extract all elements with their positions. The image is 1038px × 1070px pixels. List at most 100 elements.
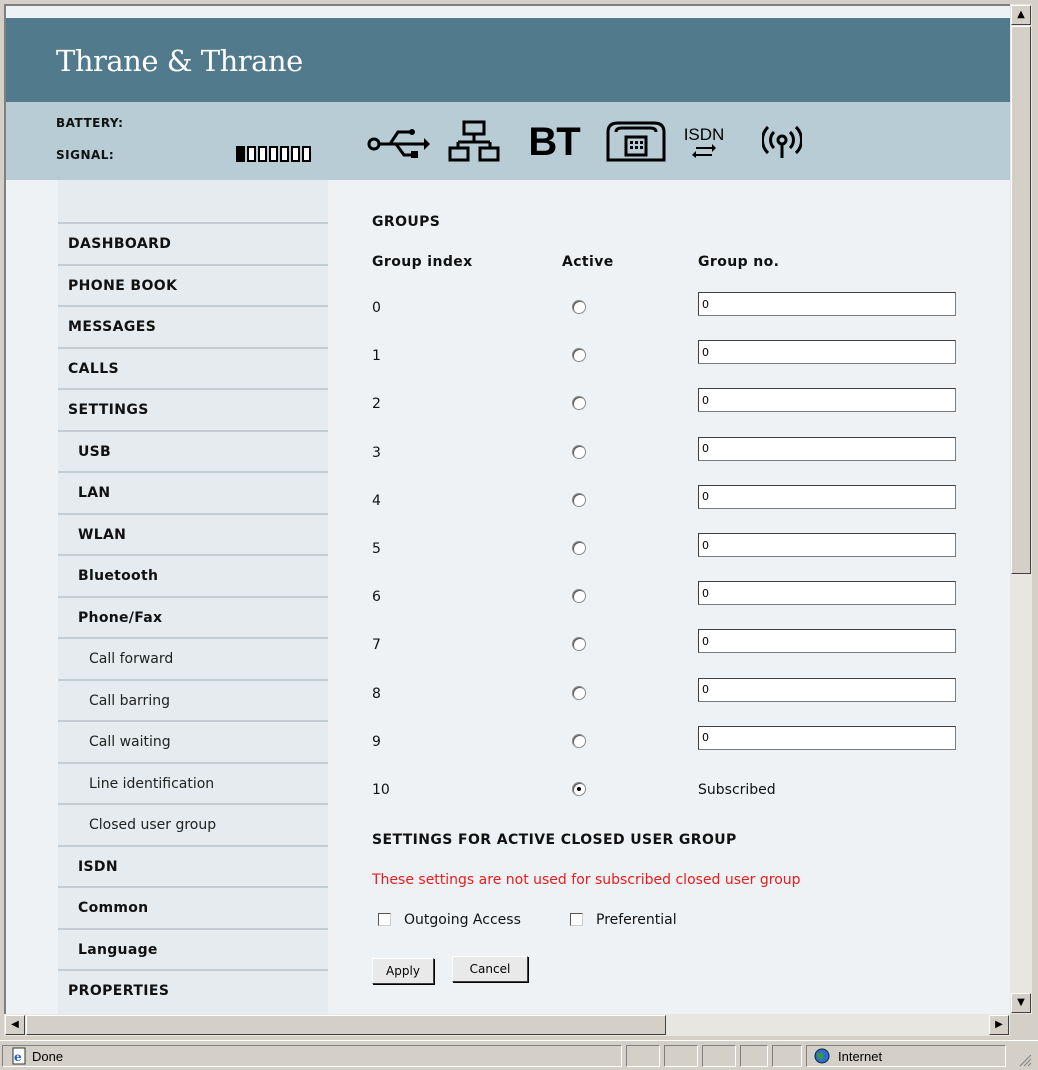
- sidebar-item-label: Phone/Fax: [78, 609, 163, 626]
- sidebar-item-bluetooth[interactable]: Bluetooth: [58, 554, 328, 596]
- vertical-scrollbar[interactable]: ▲ ▼: [1010, 4, 1032, 1014]
- group-index: 5: [372, 541, 381, 557]
- apply-button[interactable]: Apply: [372, 958, 434, 984]
- status-cell: [626, 1045, 660, 1067]
- group-active-radio[interactable]: [572, 685, 586, 700]
- sidebar-item-dashboard[interactable]: DASHBOARD: [58, 222, 328, 264]
- sidebar-item-call-waiting[interactable]: Call waiting: [58, 720, 328, 762]
- sidebar-item-language[interactable]: Language: [58, 927, 328, 970]
- vertical-scroll-thumb[interactable]: [1011, 26, 1031, 574]
- sidebar-item-label: Language: [78, 941, 158, 958]
- scroll-left-icon[interactable]: ◀: [5, 1015, 25, 1035]
- group-active-radio[interactable]: [572, 541, 586, 555]
- group-no-input[interactable]: [698, 677, 956, 702]
- sidebar-item-label: USB: [78, 443, 112, 460]
- group-active-radio[interactable]: [572, 589, 586, 604]
- page-icon: e: [12, 1047, 26, 1065]
- sidebar-item-messages[interactable]: MESSAGES: [58, 305, 328, 347]
- signal-bar: [291, 146, 300, 162]
- sidebar-item-label: Call barring: [89, 692, 170, 709]
- sidebar-item-common[interactable]: Common: [58, 886, 328, 928]
- signal-bar: [269, 146, 278, 162]
- sidebar-item-label: WLAN: [78, 526, 127, 543]
- group-active-radio[interactable]: [572, 300, 586, 314]
- group-index: 9: [372, 733, 381, 750]
- group-no-input[interactable]: [698, 533, 956, 557]
- groups-title: GROUPS: [372, 214, 441, 230]
- isdn-icon: ISDN: [682, 118, 726, 166]
- status-text: Done: [32, 1049, 64, 1064]
- cancel-button[interactable]: Cancel: [452, 956, 528, 982]
- group-active-radio[interactable]: [572, 782, 586, 796]
- scroll-right-icon[interactable]: ▶: [989, 1015, 1009, 1035]
- outgoing-access-checkbox[interactable]: [378, 913, 391, 926]
- sidebar-item-calls[interactable]: CALLS: [58, 346, 328, 389]
- group-active-radio[interactable]: [572, 733, 586, 748]
- sidebar-item-settings[interactable]: SETTINGS: [58, 388, 328, 430]
- group-index: 10: [372, 782, 390, 798]
- group-no-input[interactable]: [698, 388, 956, 413]
- sidebar-item-label: MESSAGES: [68, 319, 157, 335]
- group-no-input[interactable]: [698, 484, 956, 509]
- preferential-label: Preferential: [596, 912, 677, 928]
- globe-icon: [814, 1048, 830, 1064]
- horizontal-scrollbar[interactable]: ◀ ▶: [4, 1014, 1010, 1036]
- group-no-input[interactable]: [698, 292, 956, 316]
- group-index: 2: [372, 396, 381, 413]
- scroll-down-icon[interactable]: ▼: [1011, 993, 1031, 1013]
- group-active-radio[interactable]: [572, 396, 586, 411]
- column-header-active: Active: [562, 254, 614, 270]
- sidebar-item-label: DASHBOARD: [68, 236, 172, 252]
- sidebar-item-label: PHONE BOOK: [68, 277, 178, 294]
- sidebar-item-closed-user-group[interactable]: Closed user group: [58, 803, 328, 845]
- sidebar-item-label: PROPERTIES: [68, 983, 170, 999]
- group-active-radio[interactable]: [572, 444, 586, 459]
- sidebar-item-label: SETTINGS: [68, 402, 149, 418]
- group-no-input[interactable]: [698, 340, 956, 365]
- group-no-input[interactable]: [698, 436, 956, 461]
- sidebar-item-usb[interactable]: USB: [58, 429, 328, 472]
- sidebar-item-label: Common: [78, 900, 149, 916]
- group-active-radio[interactable]: [572, 348, 586, 363]
- signal-label: SIGNAL:: [56, 148, 115, 162]
- sidebar-item-wlan[interactable]: WLAN: [58, 512, 328, 555]
- sidebar-item-properties[interactable]: PROPERTIES: [58, 969, 328, 1011]
- scroll-up-icon[interactable]: ▲: [1011, 5, 1031, 25]
- active-settings-title: SETTINGS FOR ACTIVE CLOSED USER GROUP: [372, 832, 737, 848]
- group-no-input[interactable]: [698, 629, 956, 654]
- group-no-subscribed: Subscribed: [698, 782, 776, 798]
- preferential-checkbox[interactable]: [570, 913, 583, 926]
- status-cell: [740, 1045, 768, 1067]
- sidebar-item-call-barring[interactable]: Call barring: [58, 678, 328, 721]
- group-no-input[interactable]: [698, 581, 956, 606]
- horizontal-scroll-thumb[interactable]: [26, 1015, 666, 1035]
- group-no-input[interactable]: [698, 725, 956, 750]
- sidebar-item-label: Call forward: [89, 651, 174, 667]
- signal-bar: [280, 146, 289, 162]
- group-active-radio[interactable]: [572, 492, 586, 507]
- resize-grip-icon[interactable]: [1016, 1051, 1032, 1067]
- status-cell: [772, 1045, 802, 1067]
- zone-text: Internet: [838, 1049, 883, 1064]
- sidebar-item-label: Call waiting: [89, 734, 171, 750]
- status-text-cell: [2, 1045, 622, 1067]
- outgoing-access-label: Outgoing Access: [404, 912, 521, 928]
- bluetooth-icon-text: BT: [528, 119, 580, 164]
- sidebar-item-call-forward[interactable]: Call forward: [58, 637, 328, 679]
- brand-logo: Thrane & Thrane: [56, 44, 303, 78]
- signal-bar: [302, 146, 311, 162]
- column-header-group-index: Group index: [372, 254, 473, 270]
- sidebar-item-lan[interactable]: LAN: [58, 471, 328, 513]
- sidebar-item-phone-book[interactable]: PHONE BOOK: [58, 263, 328, 306]
- sidebar-item-isdn[interactable]: ISDN: [58, 844, 328, 887]
- status-bar: BATTERY: SIGNAL:: [6, 102, 1010, 180]
- sidebar-item-line-identification[interactable]: Line identification: [58, 761, 328, 804]
- browser-status-bar: e Done Internet: [0, 1040, 1038, 1070]
- group-active-radio[interactable]: [572, 637, 586, 652]
- group-index: 6: [372, 589, 381, 606]
- group-index: 8: [372, 685, 381, 702]
- group-index: 4: [372, 492, 381, 509]
- sidebar-item-phone-fax[interactable]: Phone/Fax: [58, 595, 328, 638]
- sidebar-item-label: LAN: [78, 485, 111, 501]
- sidebar-item-label: Closed user group: [89, 817, 217, 833]
